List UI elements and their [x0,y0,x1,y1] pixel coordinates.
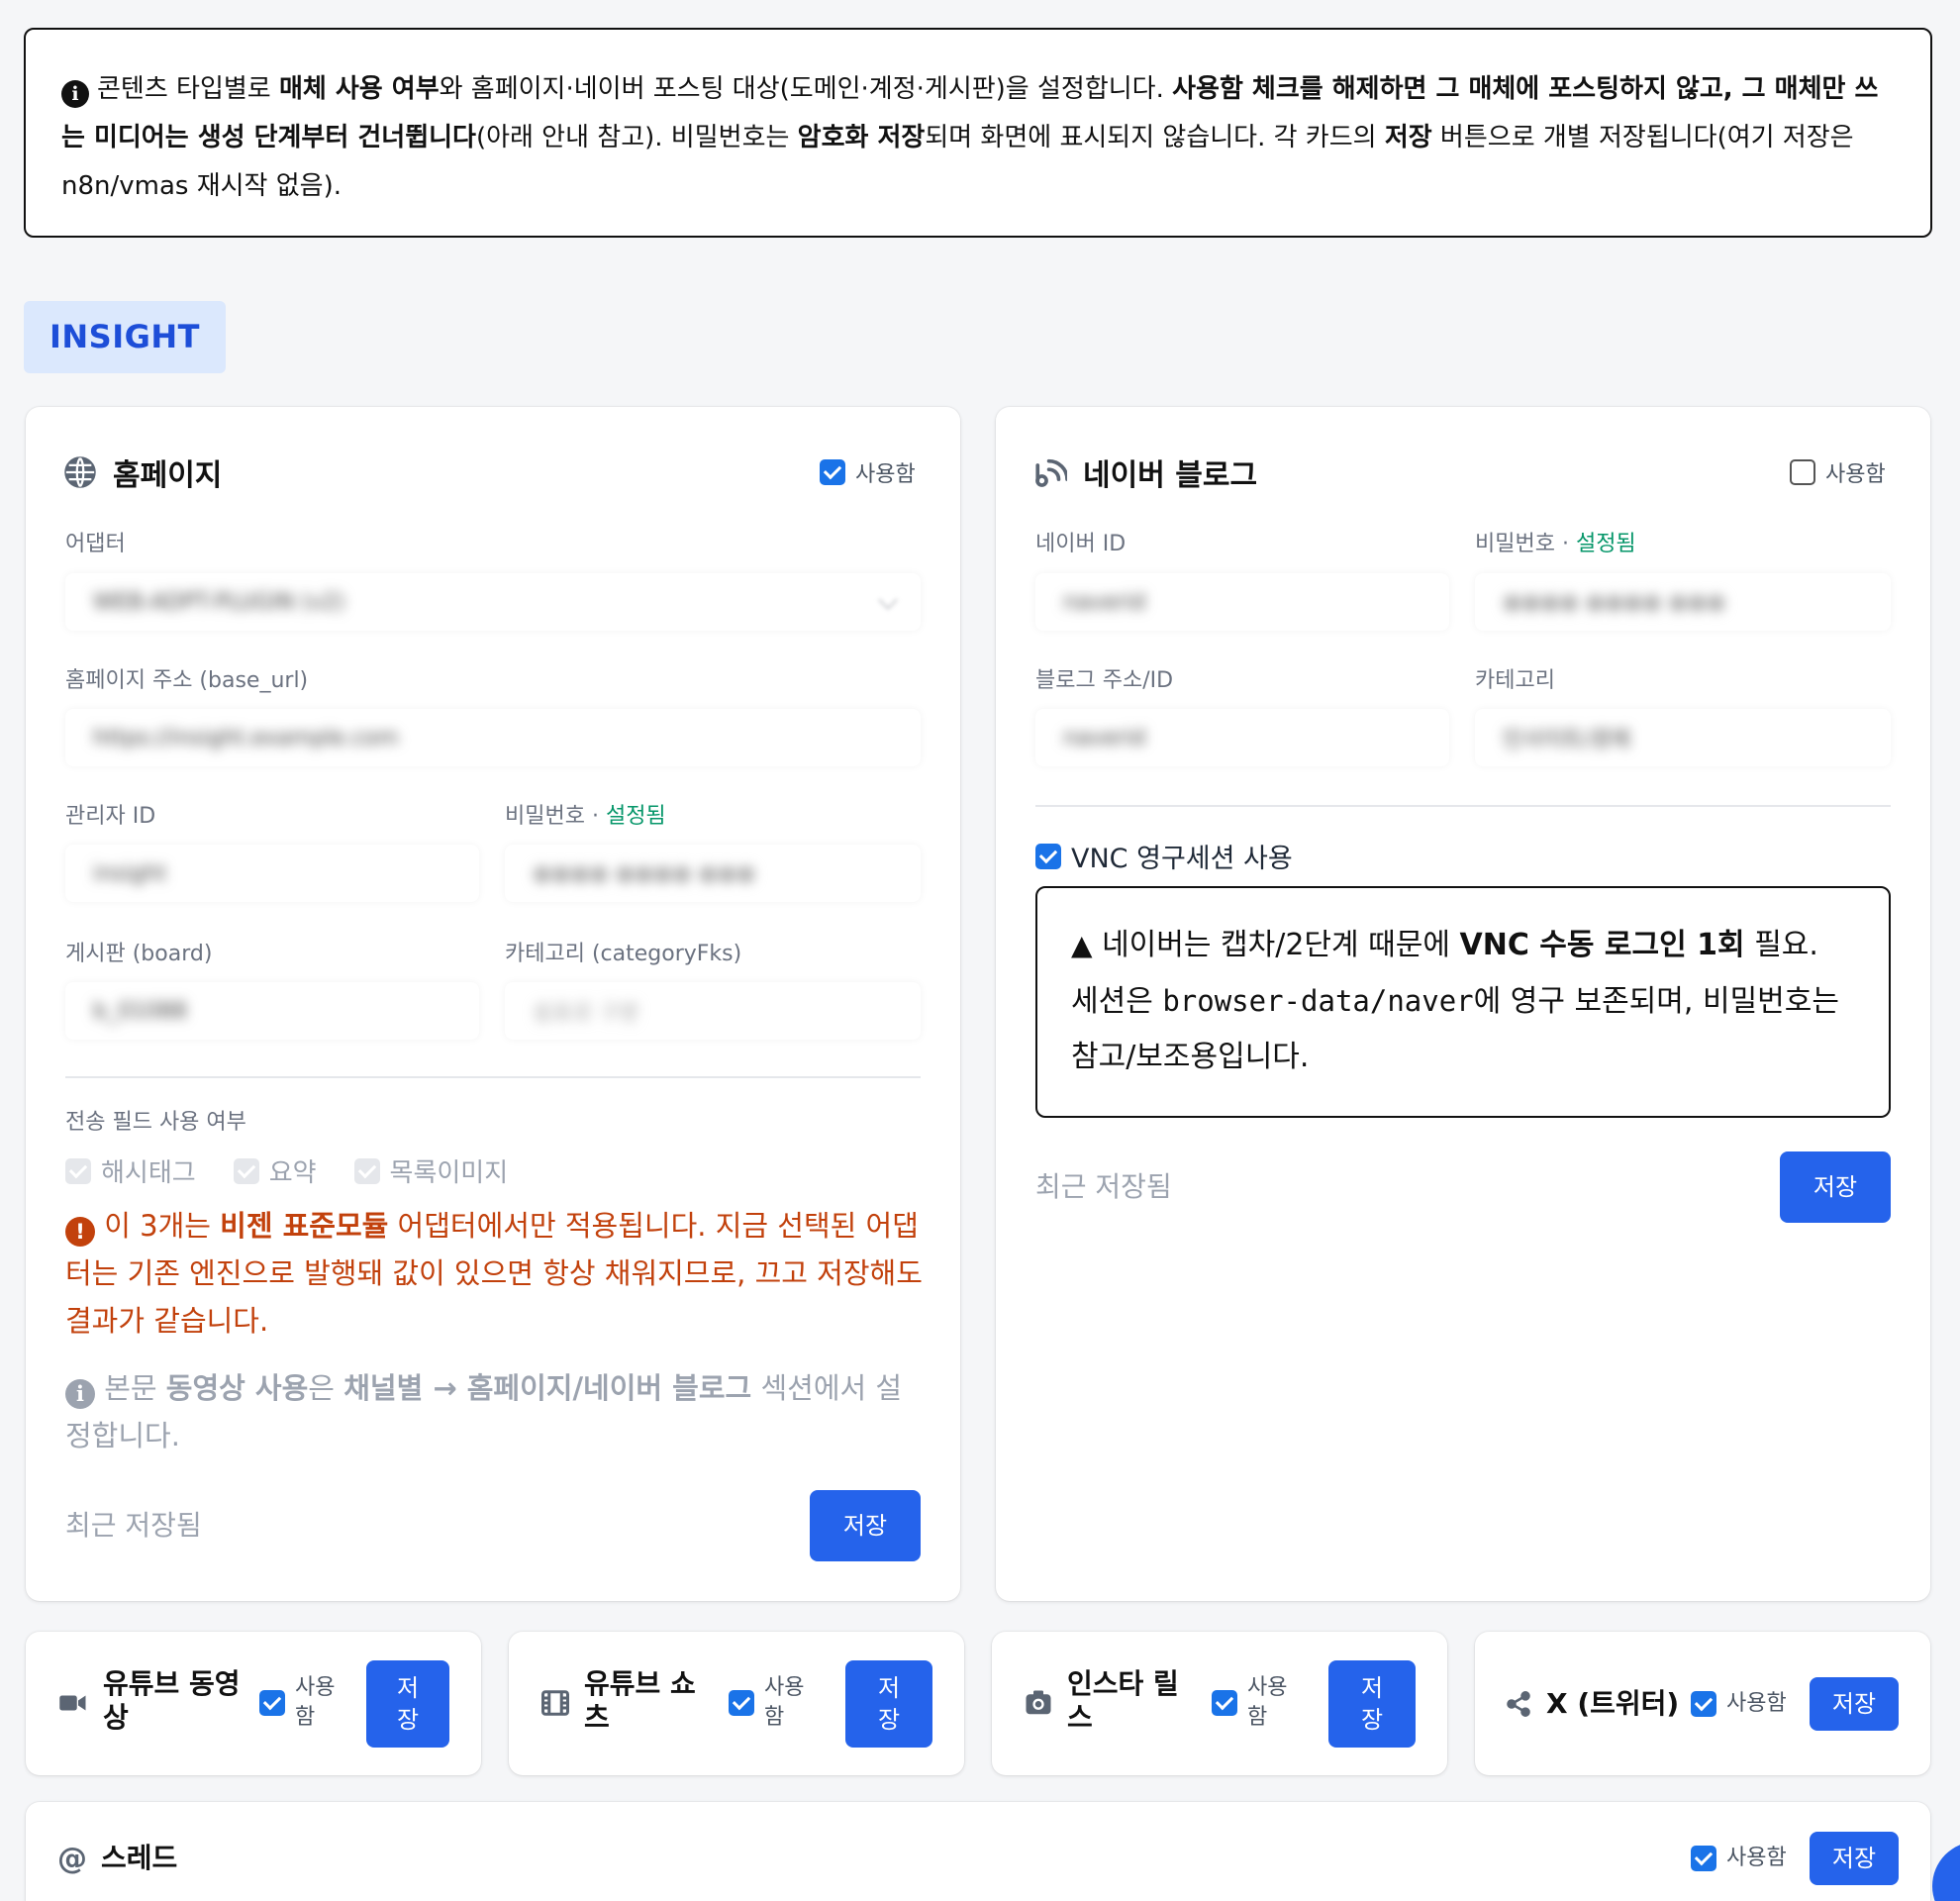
summary-checkbox[interactable] [233,1157,259,1184]
base-url-label: 홈페이지 주소 (base_url) [65,668,309,693]
youtube-video-title: 유튜브 동영상 [103,1667,241,1734]
base-url-input[interactable]: https://insight.example.com [65,709,921,766]
admin-id-label: 관리자 ID [65,804,156,829]
youtube-shorts-card: 유튜브 쇼츠 사용함 저장 [509,1632,964,1775]
homepage-save-button[interactable]: 저장 [810,1490,921,1561]
instagram-reels-title: 인스타 릴스 [1067,1667,1179,1734]
adapter-label: 어댑터 [65,532,126,556]
youtube-video-use-toggle[interactable]: 사용함 [259,1673,343,1733]
password-status: 설정됨 [605,804,666,829]
homepage-use-toggle[interactable]: 사용함 [820,456,916,488]
homepage-password-input[interactable]: ●●●● ●●●● ●●● [505,845,921,902]
category-fks-input[interactable]: 쉼표로 구분 [505,982,921,1040]
vnc-session-toggle[interactable]: VNC 영구세션 사용 [1035,837,1293,875]
youtube-video-save-button[interactable]: 저장 [366,1660,449,1748]
naver-id-label: 네이버 ID [1035,532,1127,556]
globe-icon [63,455,97,489]
homepage-saved-status: 최근 저장됨 [65,1509,202,1542]
threads-card: @ 스레드 사용함 저장 [26,1802,1930,1901]
settings-notice: i 콘텐츠 타입별로 매체 사용 여부와 홈페이지·네이버 포스팅 대상(도메인·… [24,28,1932,238]
x-twitter-title: X (트위터) [1546,1687,1680,1720]
warning-icon: ! [65,1217,95,1247]
youtube-video-use-checkbox[interactable] [259,1690,285,1716]
camera-icon [1024,1688,1053,1718]
summary-toggle[interactable]: 요약 [233,1152,317,1189]
naver-divider [1035,805,1891,807]
blog-address-label: 블로그 주소/ID [1035,668,1174,693]
youtube-video-card: 유튜브 동영상 사용함 저장 [26,1632,481,1775]
chevron-down-icon [878,590,898,610]
section-tag: INSIGHT [24,301,226,373]
category-fks-label: 카테고리 (categoryFks) [505,942,742,966]
board-label: 게시판 (board) [65,942,213,966]
naver-blog-card: 네이버 블로그 사용함 네이버 ID naverid 비밀번호 · 설정됨 ●●… [996,407,1930,1601]
homepage-divider [65,1076,921,1078]
list-image-toggle[interactable]: 목록이미지 [353,1152,508,1189]
naver-password-input[interactable]: ●●●● ●●●● ●●● [1475,573,1891,631]
admin-id-input[interactable]: insight [65,845,479,902]
send-fields-row: 해시태그 요약 목록이미지 [65,1152,508,1189]
list-image-checkbox[interactable] [353,1157,380,1184]
youtube-shorts-title: 유튜브 쇼츠 [584,1667,696,1734]
homepage-card-title: 홈페이지 [63,450,222,494]
threads-title: 스레드 [101,1842,178,1874]
hashtag-checkbox[interactable] [65,1157,91,1184]
naver-password-label: 비밀번호 · 설정됨 [1475,532,1636,556]
naver-use-checkbox[interactable] [1790,459,1815,485]
blog-address-input[interactable]: naverid [1035,709,1449,766]
x-twitter-use-toggle[interactable]: 사용함 [1691,1689,1787,1719]
homepage-password-label: 비밀번호 · 설정됨 [505,804,666,829]
x-twitter-use-checkbox[interactable] [1691,1691,1716,1717]
info-icon: i [61,80,89,108]
instagram-reels-save-button[interactable]: 저장 [1328,1660,1416,1748]
adapter-select[interactable]: WEB-ADPT-PLUGIN (v2) [65,573,921,631]
youtube-shorts-save-button[interactable]: 저장 [845,1660,932,1748]
naver-category-label: 카테고리 [1475,668,1555,693]
blog-icon [1033,455,1067,489]
youtube-shorts-use-checkbox[interactable] [729,1690,754,1716]
password-status: 설정됨 [1575,532,1636,556]
threads-use-toggle[interactable]: 사용함 [1691,1844,1787,1873]
threads-save-button[interactable]: 저장 [1810,1832,1899,1885]
adapter-warning: ! 이 3개는 비젠 표준모듈 어댑터에서만 적용됩니다. 지금 선택된 어댑터… [65,1209,923,1338]
naver-save-button[interactable]: 저장 [1780,1151,1891,1223]
instagram-reels-use-checkbox[interactable] [1212,1690,1237,1716]
x-twitter-card: X (트위터) 사용함 저장 [1475,1632,1930,1775]
vnc-warning-box: ▲ 네이버는 캡차/2단계 때문에 VNC 수동 로그인 1회 필요. 세션은 … [1035,886,1891,1118]
naver-card-title: 네이버 블로그 [1033,450,1257,494]
vnc-session-checkbox[interactable] [1035,843,1061,869]
info-icon: i [65,1379,95,1409]
instagram-reels-card: 인스타 릴스 사용함 저장 [992,1632,1447,1775]
video-camera-icon [57,1688,89,1718]
naver-category-input[interactable]: 인사이트/경제 [1475,709,1891,766]
video-usage-info: i 본문 동영상 사용은 채널별 → 홈페이지/네이버 블로그 섹션에서 설정합… [65,1371,903,1452]
naver-use-toggle[interactable]: 사용함 [1790,456,1886,488]
floating-action-button[interactable] [1932,1842,1960,1901]
x-twitter-save-button[interactable]: 저장 [1810,1677,1899,1731]
homepage-use-checkbox[interactable] [820,459,845,485]
youtube-shorts-use-toggle[interactable]: 사용함 [729,1673,812,1733]
warning-triangle-icon: ▲ [1071,929,1093,961]
at-sign-icon: @ [57,1842,87,1876]
threads-use-checkbox[interactable] [1691,1846,1716,1871]
naver-saved-status: 최근 저장됨 [1035,1170,1172,1203]
share-icon [1505,1690,1532,1718]
send-fields-label: 전송 필드 사용 여부 [65,1110,246,1135]
naver-id-input[interactable]: naverid [1035,573,1449,631]
homepage-card: 홈페이지 사용함 어댑터 WEB-ADPT-PLUGIN (v2) 홈페이지 주… [26,407,960,1601]
board-input[interactable]: b_01088 [65,982,479,1040]
hashtag-toggle[interactable]: 해시태그 [65,1152,196,1189]
instagram-reels-use-toggle[interactable]: 사용함 [1212,1673,1295,1733]
film-icon [540,1688,570,1718]
